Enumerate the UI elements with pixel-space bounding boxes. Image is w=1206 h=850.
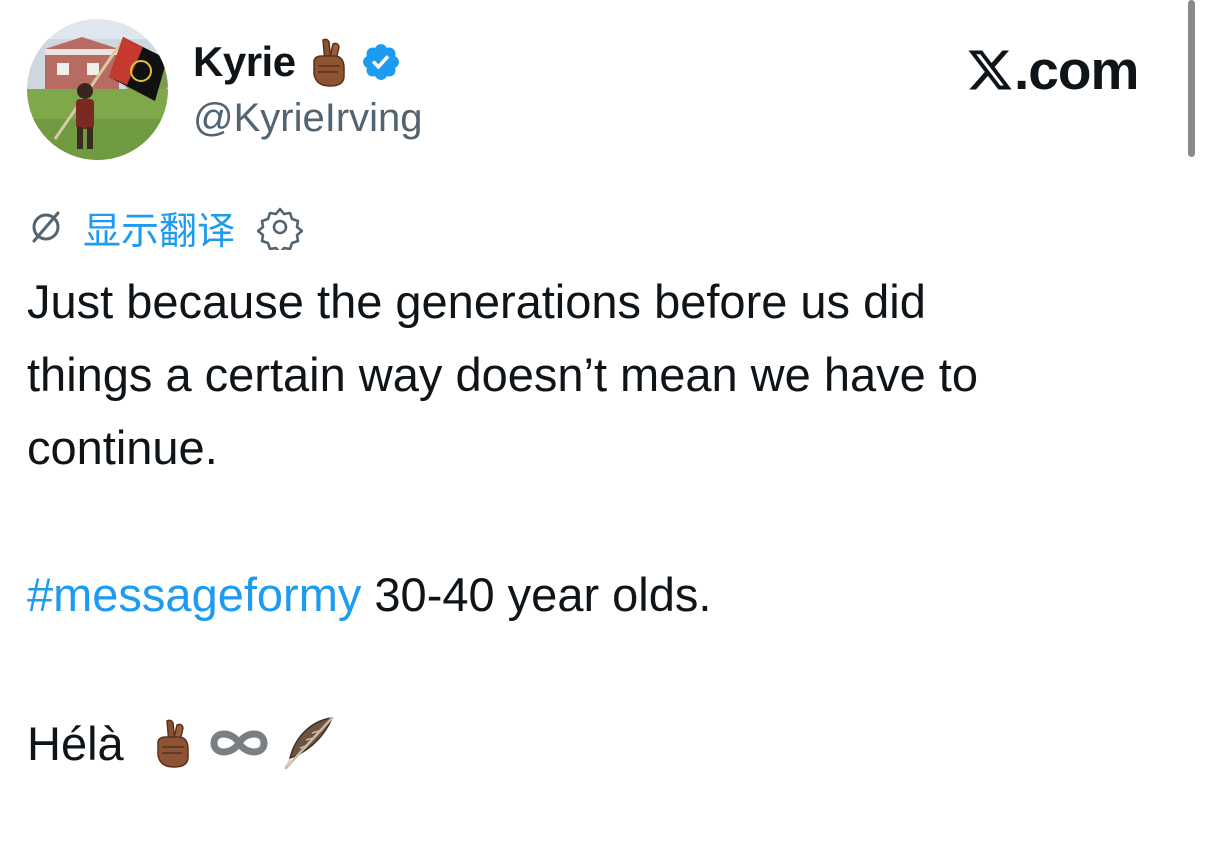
x-logo-icon	[966, 46, 1014, 94]
avatar[interactable]	[27, 19, 168, 160]
author-name-row: Kyrie	[193, 34, 402, 90]
scrollbar[interactable]	[1188, 0, 1195, 157]
tweet-text-fragment: 30-40 year olds.	[361, 568, 712, 621]
site-logo: .com	[966, 39, 1139, 101]
show-translation-link[interactable]: 显示翻译	[83, 200, 235, 255]
hashtag-link[interactable]: #messageformy	[27, 568, 361, 621]
verified-badge-icon	[360, 41, 402, 83]
tweet-text-line: things a certain way doesn’t mean we hav…	[27, 348, 978, 401]
feather-icon	[278, 714, 336, 772]
tweet-text-line: Just because the generations before us d…	[27, 275, 926, 328]
tweet-signoff: Hélà	[27, 714, 336, 772]
gear-icon[interactable]	[256, 204, 304, 255]
crossed-fingers-icon	[150, 717, 194, 769]
translate-row: 显示翻译	[27, 204, 304, 255]
avatar-image	[27, 19, 168, 160]
tweet-text-line: #messageformy 30-40 year olds.	[27, 571, 711, 618]
site-domain: .com	[1014, 39, 1139, 101]
author-handle[interactable]: @KyrieIrving	[193, 96, 423, 141]
author-display-name[interactable]: Kyrie	[193, 38, 296, 86]
infinity-icon	[206, 723, 272, 763]
tweet-text-line: continue.	[27, 421, 218, 474]
globe-slash-icon	[27, 208, 65, 246]
crossed-fingers-icon	[306, 36, 350, 88]
signoff-text: Hélà	[27, 716, 124, 770]
